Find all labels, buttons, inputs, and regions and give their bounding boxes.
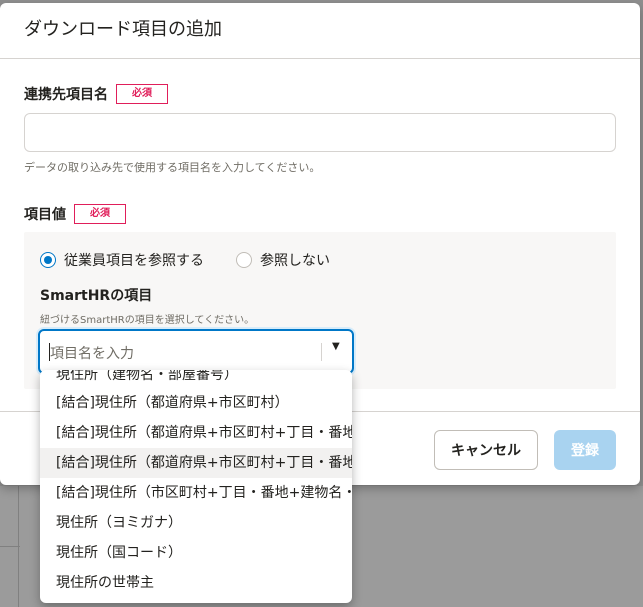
field-label-row-linked-name: 連携先項目名 必須: [24, 84, 168, 104]
caret-down-icon[interactable]: ▼: [332, 341, 340, 352]
linked-item-name-help: データの取り込み先で使用する項目名を入力してください。: [24, 161, 321, 174]
smarthr-item-label: SmartHRの項目: [40, 288, 153, 304]
submit-button[interactable]: 登録: [554, 430, 616, 470]
linked-item-name-label: 連携先項目名: [24, 87, 108, 103]
radio-reference-employee[interactable]: [40, 252, 56, 268]
radio-no-reference[interactable]: [236, 252, 252, 268]
dialog-header: ダウンロード項目の追加: [0, 3, 640, 59]
item-value-radio-group: 従業員項目を参照する 参照しない: [40, 250, 362, 270]
required-badge: 必須: [116, 84, 168, 104]
dropdown-option[interactable]: 現住所（建物名・部屋番号）: [40, 370, 352, 390]
radio-no-reference-label[interactable]: 参照しない: [260, 250, 330, 270]
required-badge: 必須: [74, 204, 126, 224]
smarthr-item-help: 紐づけるSmartHRの項目を選択してください。: [40, 315, 255, 326]
dropdown-option[interactable]: [結合]現住所（都道府県+市区町村+丁目・番地）: [40, 418, 352, 448]
item-value-label: 項目値: [24, 207, 66, 223]
dropdown-option-highlighted[interactable]: [結合]現住所（都道府県+市区町村+丁目・番地+建物名・部屋番号）: [40, 448, 352, 478]
dialog-title: ダウンロード項目の追加: [24, 19, 222, 40]
field-label-row-item-value: 項目値 必須: [24, 204, 126, 224]
linked-item-name-input[interactable]: [24, 113, 616, 152]
cancel-button[interactable]: キャンセル: [434, 430, 538, 470]
combobox-placeholder: 項目名を入力: [50, 346, 134, 362]
dropdown-option[interactable]: [結合]現住所（市区町村+丁目・番地+建物名・部屋番号）: [40, 478, 352, 508]
combobox-dropdown-list: 現住所（建物名・部屋番号） [結合]現住所（都道府県+市区町村） [結合]現住所…: [40, 370, 352, 603]
dropdown-option[interactable]: 現住所の世帯主: [40, 568, 352, 598]
background-divider-h: [0, 546, 20, 547]
dropdown-option[interactable]: 現住所（ヨミガナ）: [40, 508, 352, 538]
dropdown-option[interactable]: 現住所（国コード）: [40, 538, 352, 568]
smarthr-item-combobox[interactable]: 項目名を入力 ▼: [38, 329, 354, 374]
combobox-divider: [321, 343, 322, 361]
radio-reference-employee-label[interactable]: 従業員項目を参照する: [64, 250, 204, 270]
dropdown-option[interactable]: [結合]現住所（都道府県+市区町村）: [40, 388, 352, 418]
